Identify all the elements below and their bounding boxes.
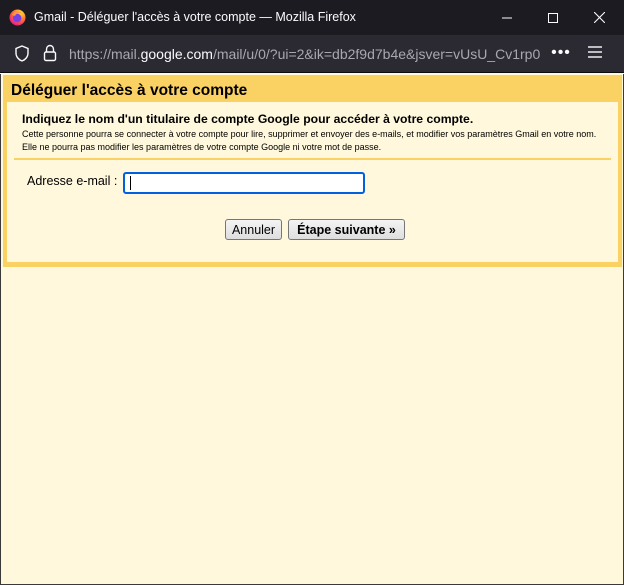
window-title: Gmail - Déléguer l'accès à votre compte … — [34, 10, 356, 24]
more-dots-icon[interactable]: ••• — [550, 43, 572, 65]
minimize-icon — [502, 17, 512, 18]
close-button[interactable] — [576, 0, 622, 35]
maximize-button[interactable] — [530, 0, 576, 35]
delegate-dialog: Déléguer l'accès à votre compte Indiquez… — [3, 75, 622, 267]
url-prefix: https://mail. — [69, 46, 141, 62]
lock-icon[interactable] — [43, 44, 57, 67]
dialog-title: Déléguer l'accès à votre compte — [11, 82, 248, 99]
shield-icon[interactable] — [14, 45, 30, 67]
divider — [14, 158, 611, 160]
close-icon — [593, 12, 605, 23]
page-content: Déléguer l'accès à votre compte Indiquez… — [0, 74, 624, 585]
minimize-button[interactable] — [484, 0, 530, 35]
email-label: Adresse e-mail : — [27, 174, 118, 188]
url-suffix: /mail/u/0/?ui=2&ik=db2f9d7b4e&jsver=vUsU… — [212, 46, 541, 62]
firefox-icon — [9, 9, 26, 26]
text-caret — [130, 176, 131, 190]
dialog-heading: Indiquez le nom d'un titulaire de compte… — [22, 112, 474, 126]
dialog-body: Indiquez le nom d'un titulaire de compte… — [7, 102, 618, 262]
address-bar[interactable]: https://mail.google.com/mail/u/0/?ui=2&i… — [0, 35, 624, 73]
email-input[interactable] — [123, 172, 365, 194]
dialog-description: Cette personne pourra se connecter à vot… — [22, 129, 597, 152]
url-text[interactable]: https://mail.google.com/mail/u/0/?ui=2&i… — [69, 46, 549, 62]
url-host: google.com — [140, 46, 213, 62]
hamburger-menu-icon[interactable] — [588, 45, 602, 64]
window-titlebar: Gmail - Déléguer l'accès à votre compte … — [0, 0, 624, 35]
cancel-button[interactable]: Annuler — [225, 219, 282, 240]
next-step-button[interactable]: Étape suivante » — [288, 219, 405, 240]
maximize-icon — [548, 12, 558, 23]
